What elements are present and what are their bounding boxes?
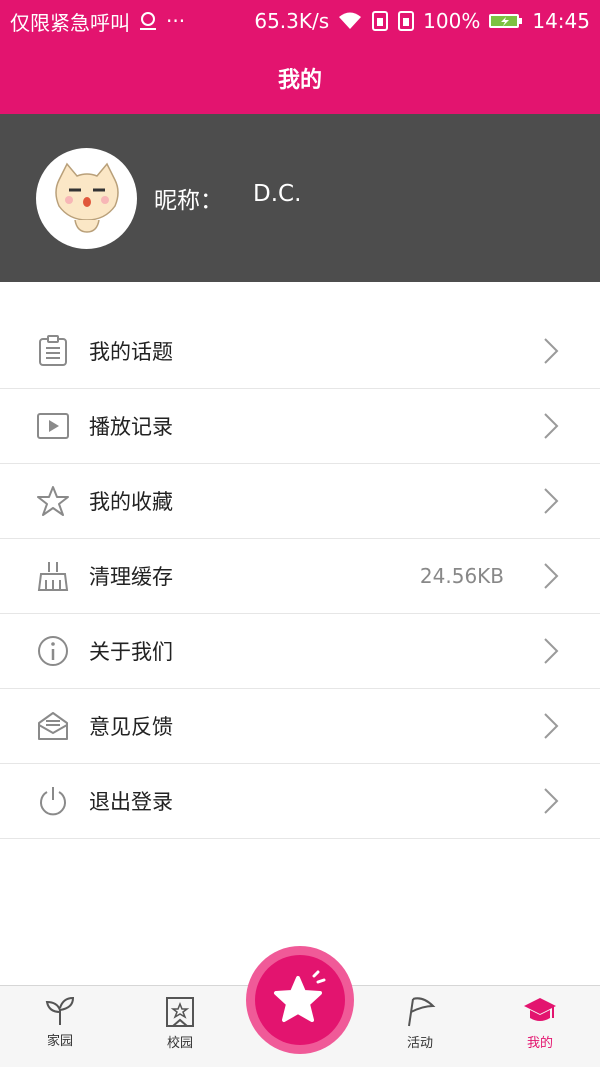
title-bar: 我的	[0, 42, 600, 114]
menu-item-label: 意见反馈	[89, 715, 173, 739]
cat-avatar-icon	[54, 162, 119, 233]
menu-item-label: 清理缓存	[89, 565, 173, 589]
badge-star-icon	[166, 997, 194, 1027]
tab-activity[interactable]: 活动	[360, 986, 480, 1068]
clock: 14:45	[532, 9, 590, 33]
more-notifications-icon: ···	[166, 9, 186, 33]
wifi-icon	[337, 11, 363, 31]
menu-item-label: 退出登录	[89, 790, 173, 814]
tab-label: 家园	[46, 1034, 73, 1049]
network-speed: 65.3K/s	[254, 9, 330, 33]
tab-label: 校园	[166, 1036, 193, 1051]
chevron-right-icon	[544, 788, 559, 814]
play-icon	[36, 409, 70, 443]
carrier-text: 仅限紧急呼叫	[10, 10, 130, 35]
profile-header[interactable]: 昵称： D.C.	[0, 114, 600, 282]
mail-icon	[36, 709, 70, 743]
tab-home[interactable]: 家园	[0, 986, 120, 1068]
menu-item-label: 我的话题	[89, 340, 173, 364]
tab-mine[interactable]: 我的	[480, 986, 600, 1068]
cache-size: 24.56KB	[419, 564, 504, 588]
menu-item-label: 播放记录	[89, 415, 173, 439]
menu-item-play-history[interactable]: 播放记录	[0, 389, 600, 464]
star-icon	[274, 970, 326, 1022]
chevron-right-icon	[544, 488, 559, 514]
menu-item-my-topics[interactable]: 我的话题	[0, 314, 600, 389]
menu-item-favorites[interactable]: 我的收藏	[0, 464, 600, 539]
graduation-cap-icon	[524, 998, 556, 1021]
battery-percent: 100%	[423, 9, 481, 33]
flag-icon	[408, 997, 436, 1027]
center-star-inner	[255, 955, 345, 1045]
chevron-right-icon	[544, 713, 559, 739]
nickname-value: D.C.	[253, 181, 302, 207]
chevron-right-icon	[544, 338, 559, 364]
tab-label: 活动	[406, 1036, 433, 1051]
sim1-icon	[371, 10, 389, 32]
center-star-button[interactable]	[246, 946, 354, 1054]
star-icon	[36, 484, 70, 518]
tab-campus[interactable]: 校园	[120, 986, 240, 1068]
broom-icon	[36, 559, 70, 593]
menu-item-clear-cache[interactable]: 清理缓存 24.56KB	[0, 539, 600, 614]
menu-item-logout[interactable]: 退出登录	[0, 764, 600, 839]
battery-icon	[488, 11, 524, 31]
sprout-icon	[45, 996, 75, 1025]
menu-item-label: 关于我们	[89, 640, 173, 664]
avatar[interactable]	[36, 147, 137, 249]
menu-item-feedback[interactable]: 意见反馈	[0, 689, 600, 764]
chevron-right-icon	[544, 413, 559, 439]
menu-item-about-us[interactable]: 关于我们	[0, 614, 600, 689]
notification-icon	[138, 11, 158, 31]
nickname-label: 昵称：	[154, 188, 223, 214]
nickname: 昵称： D.C.	[154, 181, 301, 215]
chevron-right-icon	[544, 638, 559, 664]
sim2-icon	[397, 10, 415, 32]
info-icon	[36, 634, 70, 668]
power-icon	[36, 784, 70, 818]
page-title: 我的	[277, 68, 322, 93]
settings-menu: 我的话题 播放记录 我的收藏 清理缓存 24.56KB 关于我们 意见反馈 退出…	[0, 314, 600, 839]
status-bar: 仅限紧急呼叫 ··· 65.3K/s 100% 14:45	[0, 0, 600, 42]
chevron-right-icon	[544, 563, 559, 589]
menu-item-label: 我的收藏	[89, 490, 173, 514]
tab-label: 我的	[526, 1036, 553, 1051]
clipboard-icon	[36, 334, 70, 368]
